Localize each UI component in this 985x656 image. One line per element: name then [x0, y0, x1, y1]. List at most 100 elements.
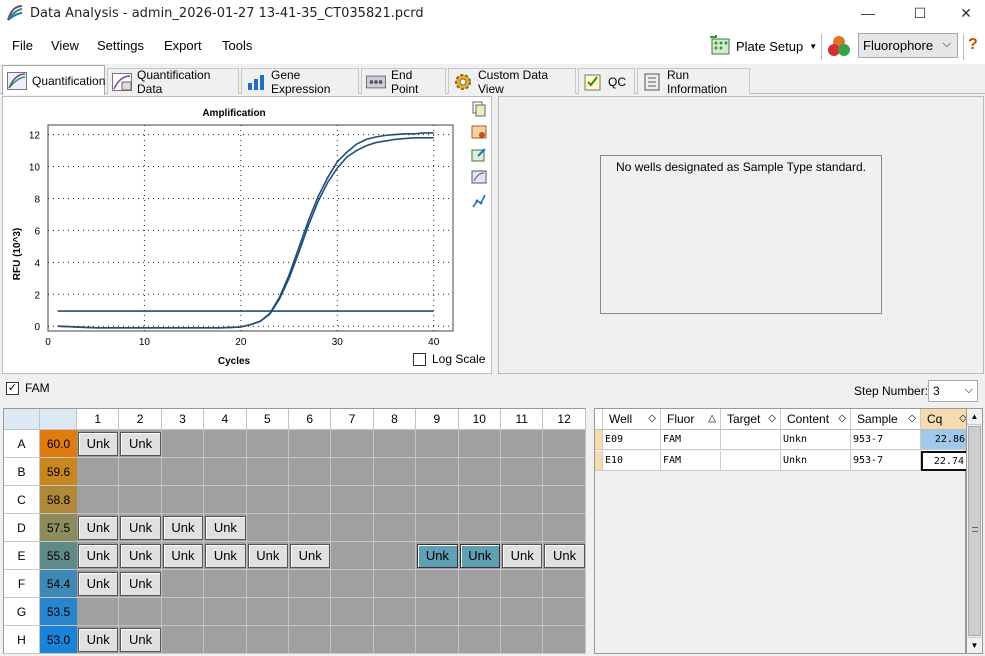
plate-well-slot[interactable] — [331, 430, 374, 458]
step-number-select[interactable]: 3 ⌵ — [928, 380, 978, 402]
menu-tools[interactable]: Tools — [222, 38, 252, 53]
plate-well-slot[interactable] — [543, 570, 586, 598]
menu-view[interactable]: View — [51, 38, 79, 53]
plate-well-slot[interactable] — [161, 626, 205, 654]
plate-well[interactable]: Unk — [205, 516, 246, 540]
plate-well-slot[interactable] — [501, 570, 544, 598]
plate-row-header[interactable]: C — [4, 486, 40, 514]
help-icon[interactable]: ? — [968, 36, 978, 54]
plate-row-header[interactable]: F — [4, 570, 40, 598]
plate-column-header[interactable]: 8 — [373, 409, 417, 430]
plate-well-slot[interactable] — [501, 486, 544, 514]
plate-well-slot[interactable] — [373, 542, 417, 570]
plate-well-slot[interactable] — [246, 430, 289, 458]
plate-well-slot[interactable] — [331, 486, 374, 514]
plate-well[interactable]: Unk — [120, 628, 161, 652]
plate-column-header[interactable]: 1 — [77, 409, 120, 430]
plate-well-slot[interactable] — [77, 458, 120, 486]
plate-well-slot[interactable] — [331, 514, 374, 542]
plate-well-slot[interactable] — [161, 486, 205, 514]
plate-well-slot[interactable] — [458, 598, 501, 626]
plate-well-slot[interactable] — [543, 598, 586, 626]
plate-well-slot[interactable] — [543, 430, 586, 458]
sort-icon[interactable]: ◇ — [648, 409, 656, 429]
plate-well-slot[interactable] — [416, 570, 459, 598]
plate-well-slot[interactable] — [543, 458, 586, 486]
sort-icon[interactable]: ◇ — [838, 409, 846, 429]
plate-well-slot[interactable] — [373, 430, 417, 458]
plate-well-slot[interactable] — [289, 626, 332, 654]
plate-corner[interactable] — [4, 409, 40, 430]
results-row-selector[interactable] — [595, 451, 603, 471]
plate-column-header[interactable]: 4 — [204, 409, 247, 430]
column-header-target[interactable]: Target ◇ — [721, 409, 781, 430]
plate-well[interactable]: Unk — [120, 572, 161, 596]
export-image-icon[interactable] — [471, 147, 487, 163]
plate-well[interactable]: Unk — [544, 544, 585, 568]
plate-column-header[interactable]: 3 — [161, 409, 205, 430]
plate-well[interactable]: Unk — [417, 544, 458, 568]
plate-select-all[interactable] — [40, 409, 77, 430]
plate-well[interactable]: Unk — [290, 544, 331, 568]
minimize-button[interactable]: — — [845, 0, 891, 26]
tab-quantification[interactable]: Quantification — [2, 65, 105, 95]
plate-well[interactable]: Unk — [120, 432, 161, 456]
plate-well-slot[interactable] — [289, 570, 332, 598]
plate-well-slot[interactable] — [119, 598, 162, 626]
plate-well[interactable]: Unk — [459, 544, 500, 568]
plate-well-slot[interactable] — [119, 486, 162, 514]
plate-well-slot[interactable] — [204, 626, 247, 654]
plate-well-slot[interactable] — [501, 626, 544, 654]
plate-well-slot[interactable] — [161, 430, 205, 458]
zoom-chart-icon[interactable] — [471, 170, 487, 186]
plate-well[interactable]: Unk — [78, 432, 119, 456]
plate-well-slot[interactable] — [246, 458, 289, 486]
tab-gene-expression[interactable]: Gene Expression — [241, 68, 359, 96]
column-header-sample[interactable]: Sample ◇ — [851, 409, 921, 430]
plate-well[interactable]: Unk — [78, 544, 119, 568]
plate-well-slot[interactable] — [246, 514, 289, 542]
plate-well[interactable]: Unk — [78, 628, 119, 652]
plate-well-slot[interactable] — [458, 514, 501, 542]
plate-well-slot[interactable] — [119, 458, 162, 486]
scroll-down-arrow-icon[interactable]: ▼ — [967, 637, 982, 653]
plate-well[interactable]: Unk — [247, 544, 288, 568]
plate-column-header[interactable]: 6 — [289, 409, 332, 430]
plate-well[interactable]: Unk — [162, 516, 204, 540]
cell-well[interactable]: E10 — [603, 451, 661, 471]
plate-well-slot[interactable] — [77, 486, 120, 514]
scroll-up-arrow-icon[interactable]: ▲ — [967, 409, 982, 425]
tab-qc[interactable]: QC — [578, 68, 635, 94]
close-button[interactable]: ✕ — [943, 0, 985, 26]
plate-well-slot[interactable] — [246, 570, 289, 598]
plate-well-slot[interactable] — [77, 598, 120, 626]
plate-well-slot[interactable] — [204, 486, 247, 514]
plate-well-slot[interactable] — [501, 430, 544, 458]
cell-fluor[interactable]: FAM — [661, 430, 721, 450]
plate-well-slot[interactable] — [246, 626, 289, 654]
plate-well-slot[interactable] — [501, 514, 544, 542]
plate-well-slot[interactable] — [416, 430, 459, 458]
plate-well-slot[interactable] — [501, 598, 544, 626]
plate-well[interactable]: Unk — [162, 544, 204, 568]
plate-column-header[interactable]: 5 — [246, 409, 289, 430]
tab-run-information[interactable]: Run Information — [637, 68, 750, 96]
plate-column-header[interactable]: 11 — [501, 409, 544, 430]
results-row-selector[interactable] — [595, 430, 603, 450]
plate-well-slot[interactable] — [416, 514, 459, 542]
log-scale-checkbox[interactable] — [413, 353, 426, 366]
column-header-content[interactable]: Content ◇ — [781, 409, 851, 430]
plate-well-slot[interactable] — [246, 598, 289, 626]
amplification-chart[interactable]: Amplification Cycles RFU (10^3) 0 10 20 30 4… — [3, 97, 469, 373]
column-header-cq[interactable]: Cq ◇ — [921, 409, 972, 430]
results-scrollbar[interactable]: ▲ ▼ — [966, 408, 983, 654]
plate-well-slot[interactable] — [543, 486, 586, 514]
plate-well-slot[interactable] — [204, 430, 247, 458]
plate-row-header[interactable]: A — [4, 430, 40, 458]
plate-well-slot[interactable] — [458, 458, 501, 486]
maximize-button[interactable]: ☐ — [897, 0, 943, 26]
plate-well-slot[interactable] — [458, 626, 501, 654]
menu-settings[interactable]: Settings — [97, 38, 144, 53]
sort-icon[interactable]: ◇ — [908, 409, 916, 429]
column-header-fluor[interactable]: Fluor △ — [661, 409, 721, 430]
